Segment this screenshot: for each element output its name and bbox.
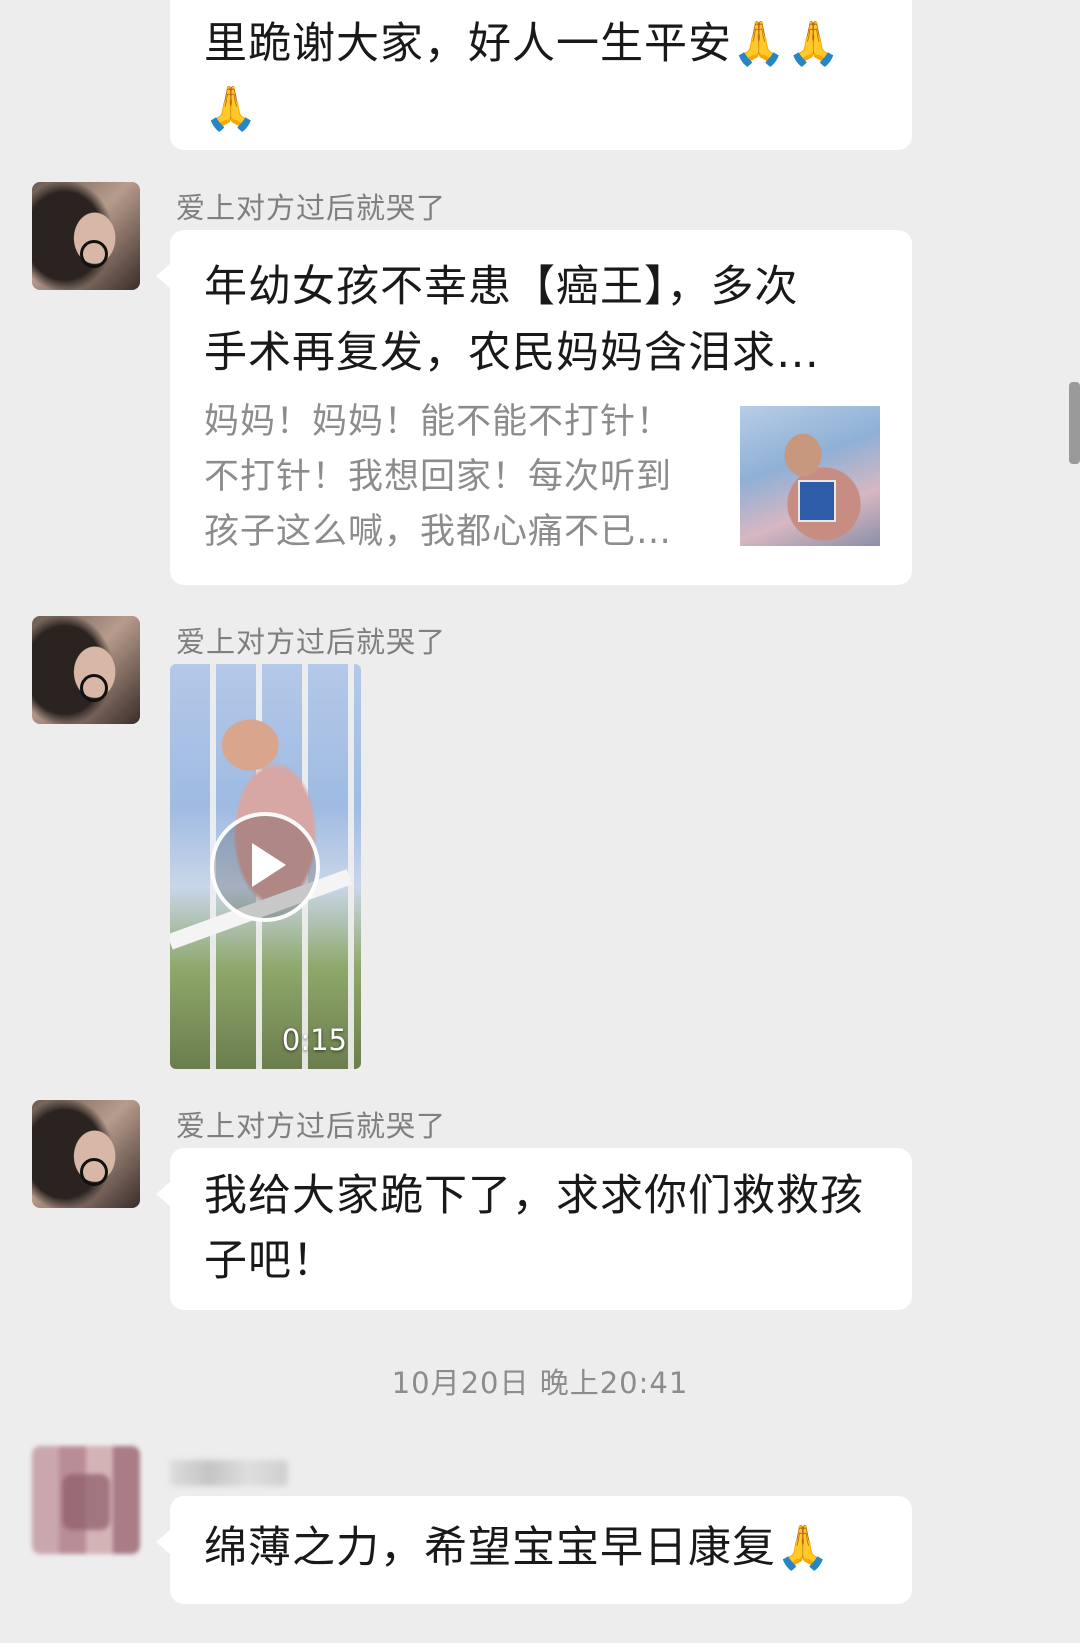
message-text: 绵薄之力，希望宝宝早日康复🙏 — [204, 1523, 831, 1573]
message-bubble[interactable]: 里跪谢大家，好人一生平安🙏🙏 🙏 — [170, 0, 912, 150]
video-message[interactable]: 0:15 — [170, 664, 361, 1069]
card-thumbnail — [740, 406, 880, 546]
sender-name: 爱上对方过后就哭了 — [176, 625, 447, 659]
card-description: 妈妈！妈妈！能不能不打针！ 不打针！我想回家！每次听到 孩子这么喊，我都心痛不已… — [204, 402, 673, 552]
chat-timestamp: 10月20日 晚上20:41 — [391, 1366, 689, 1400]
sender-name: 爱上对方过后就哭了 — [176, 1109, 447, 1143]
sender-name: 爱上对方过后就哭了 — [176, 191, 447, 225]
card-title: 年幼女孩不幸患【癌王】，多次 手术再复发，农民妈妈含泪求… — [204, 262, 820, 378]
message-bubble[interactable]: 绵薄之力，希望宝宝早日康复🙏 — [156, 1496, 912, 1604]
video-duration: 0:15 — [281, 1023, 347, 1057]
link-card[interactable]: 年幼女孩不幸患【癌王】，多次 手术再复发，农民妈妈含泪求… 妈妈！妈妈！能不能不… — [156, 230, 912, 585]
avatar[interactable] — [32, 1100, 140, 1208]
sender-name-blurred — [170, 1460, 288, 1486]
avatar[interactable] — [32, 1446, 140, 1554]
message-bubble[interactable]: 我给大家跪下了，求求你们救救孩 子吧！ — [156, 1148, 912, 1310]
message-text: 我给大家跪下了，求求你们救救孩 子吧！ — [204, 1171, 864, 1286]
play-icon[interactable] — [210, 812, 320, 922]
avatar[interactable] — [32, 182, 140, 290]
scrollbar[interactable] — [1069, 382, 1080, 464]
message-text: 里跪谢大家，好人一生平安🙏🙏 🙏 — [204, 19, 842, 134]
avatar[interactable] — [32, 616, 140, 724]
